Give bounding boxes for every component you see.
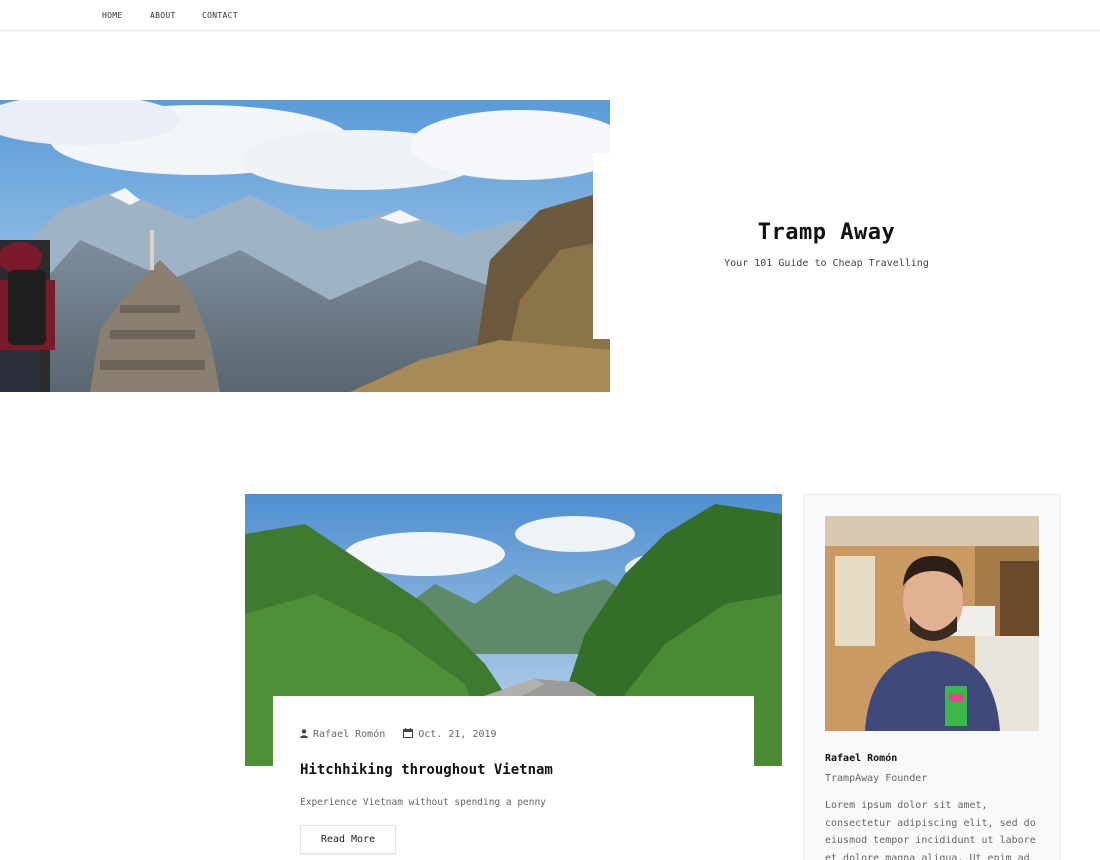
calendar-icon	[403, 728, 414, 741]
nav-about-link[interactable]: ABOUT	[150, 11, 176, 20]
read-more-button[interactable]: Read More	[300, 825, 396, 854]
post-date: Oct. 21, 2019	[418, 729, 497, 740]
site-tagline: Your 101 Guide to Cheap Travelling	[724, 258, 929, 269]
author-bio: Lorem ipsum dolor sit amet, consectetur …	[825, 800, 1036, 860]
author-name: Rafael Romón	[825, 753, 898, 764]
post-meta: Rafael Romón Oct. 21, 2019	[300, 728, 497, 741]
hero-card	[593, 153, 1063, 339]
post-excerpt: Experience Vietnam without spending a pe…	[300, 797, 546, 808]
user-icon	[300, 728, 308, 741]
top-nav: HOME ABOUT CONTACT	[0, 0, 1100, 31]
nav-contact-link[interactable]: CONTACT	[202, 11, 238, 20]
post-title[interactable]: Hitchhiking throughout Vietnam	[300, 762, 553, 778]
hero-image	[0, 100, 610, 392]
author-photo	[825, 516, 1039, 731]
site-title: Tramp Away	[757, 220, 896, 245]
post-author[interactable]: Rafael Romón	[313, 729, 385, 740]
nav-home-link[interactable]: HOME	[102, 11, 122, 20]
author-role: TrampAway Founder	[825, 773, 928, 784]
